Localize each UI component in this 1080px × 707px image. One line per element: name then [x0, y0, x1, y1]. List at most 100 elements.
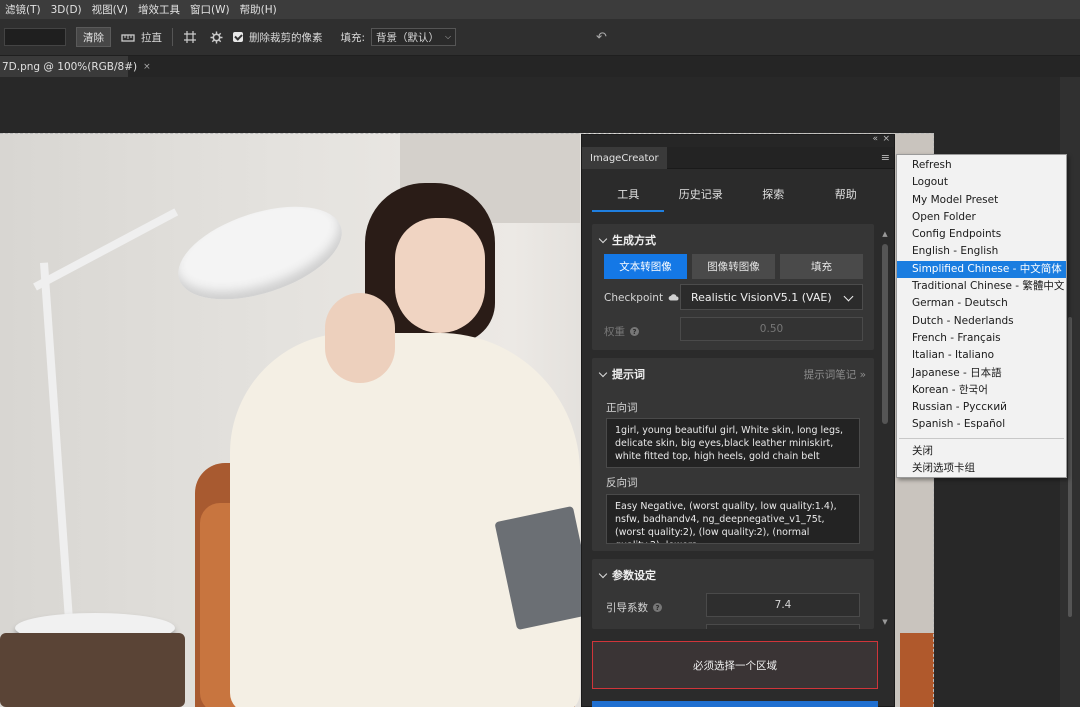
menu-item-lang-italian[interactable]: Italian - Italiano: [897, 347, 1066, 364]
scroll-up-icon[interactable]: ▲: [880, 230, 890, 238]
menu-item-lang-english[interactable]: English - English: [897, 243, 1066, 260]
scroll-thumb[interactable]: [1068, 317, 1072, 617]
menu-help[interactable]: 帮助(H): [235, 2, 282, 17]
params-section: 参数设定 引导系数 ? 7.4: [592, 559, 874, 629]
tab-explore[interactable]: 探索: [737, 175, 810, 213]
menu-item-close-tab-group[interactable]: 关闭选项卡组: [897, 460, 1066, 477]
fill-select-value: 背景（默认）: [376, 31, 440, 44]
active-tab-indicator: [592, 210, 664, 212]
checkpoint-value: Realistic VisionV5.1 (VAE): [691, 290, 832, 304]
guidance-input[interactable]: 7.4: [706, 593, 860, 617]
menu-item-close[interactable]: 关闭: [897, 443, 1066, 460]
menu-filter[interactable]: 滤镜(T): [0, 2, 46, 17]
negative-prompt-label: 反向词: [606, 477, 638, 489]
face: [395, 218, 485, 333]
imagecreator-panel: « × ImageCreator ≡ 工具 历史记录 探索 帮助 生成方式 文本…: [581, 134, 895, 707]
image-to-image-button[interactable]: 图像转图像: [692, 254, 775, 279]
reset-icon[interactable]: ↶: [596, 30, 607, 45]
info-icon: ?: [653, 603, 662, 612]
select-region-warning-button[interactable]: 必须选择一个区域: [592, 641, 878, 689]
checkpoint-label: Checkpoint: [604, 292, 664, 304]
menu-item-config-endpoints[interactable]: Config Endpoints: [897, 226, 1066, 243]
cloud-icon: [668, 292, 679, 304]
straighten-icon: [121, 30, 135, 44]
menu-item-lang-dutch[interactable]: Dutch - Nederlands: [897, 313, 1066, 330]
menu-item-lang-japanese[interactable]: Japanese - 日本語: [897, 365, 1066, 382]
panel-context-menu: Refresh Logout My Model Preset Open Fold…: [896, 154, 1067, 478]
fill-control: 填充: 背景（默认） ⌵: [341, 28, 457, 46]
scroll-down-icon[interactable]: ▼: [880, 618, 890, 626]
generation-section: 生成方式 文本转图像 图像转图像 填充 Checkpoint Realistic…: [592, 224, 874, 350]
delete-cropped-checkbox[interactable]: [233, 32, 243, 42]
grid-overlay-icon[interactable]: [183, 30, 197, 44]
chevron-down-icon: [598, 234, 608, 243]
ratio-input[interactable]: [4, 28, 66, 46]
menu-window[interactable]: 窗口(W): [185, 2, 235, 17]
clear-button[interactable]: 清除: [76, 27, 111, 47]
collapse-icon[interactable]: «: [872, 134, 878, 144]
menu-item-lang-traditional-chinese[interactable]: Traditional Chinese - 繁體中文: [897, 278, 1066, 295]
weight-input: 0.50: [680, 317, 863, 341]
menu-item-model-preset[interactable]: My Model Preset: [897, 192, 1066, 209]
positive-prompt-label: 正向词: [606, 402, 638, 414]
panel-menu-icon[interactable]: ≡: [881, 151, 890, 164]
guidance-label-group: 引导系数 ?: [606, 600, 662, 615]
panel-scrollbar[interactable]: ▲ ▼: [880, 230, 890, 630]
lamp-arm: [33, 208, 179, 291]
menu-view[interactable]: 视图(V): [87, 2, 133, 17]
guidance-label: 引导系数: [606, 602, 648, 614]
tab-tools[interactable]: 工具: [592, 175, 665, 213]
panel-title-bar: « ×: [582, 134, 894, 147]
prompt-section-header[interactable]: 提示词: [598, 366, 645, 382]
menu-item-lang-spanish[interactable]: Spanish - Español: [897, 416, 1066, 433]
generation-section-title: 生成方式: [612, 234, 656, 247]
menu-3d[interactable]: 3D(D): [46, 4, 87, 16]
panel-scroll-thumb[interactable]: [882, 244, 888, 424]
chevron-down-icon: ⌵: [445, 32, 452, 41]
generate-button[interactable]: [592, 701, 878, 707]
close-icon[interactable]: ×: [143, 62, 151, 72]
menu-item-lang-simplified-chinese[interactable]: Simplified Chinese - 中文简体: [897, 260, 1066, 279]
straighten-label: 拉直: [141, 31, 162, 44]
delete-cropped-pixels[interactable]: 删除裁剪的像素: [233, 30, 323, 45]
negative-prompt-input[interactable]: Easy Negative, (worst quality, low quali…: [606, 494, 860, 544]
document-tab[interactable]: 7D.png @ 100%(RGB/8#) ×: [0, 56, 151, 77]
menu-plugins[interactable]: 增效工具: [133, 2, 185, 17]
menu-item-refresh[interactable]: Refresh: [897, 157, 1066, 174]
text-to-image-button[interactable]: 文本转图像: [604, 254, 687, 279]
fill-label: 填充:: [340, 31, 366, 44]
prompt-notes-link[interactable]: 提示词笔记 »: [804, 367, 866, 382]
menu-item-lang-french[interactable]: French - Français: [897, 330, 1066, 347]
params-section-title: 参数设定: [612, 569, 656, 582]
straighten-tool[interactable]: 拉直: [121, 30, 162, 45]
lamp-head: [166, 188, 354, 318]
menu-item-lang-russian[interactable]: Russian - Русский: [897, 399, 1066, 416]
menu-item-lang-german[interactable]: German - Deutsch: [897, 295, 1066, 312]
document-tab-title: 7D.png @ 100%(RGB/8#): [2, 60, 138, 73]
panel-tab-header: ImageCreator ≡: [582, 147, 894, 169]
tab-history[interactable]: 历史记录: [665, 175, 738, 213]
checkpoint-label-group: Checkpoint: [604, 292, 679, 304]
divider: [172, 28, 173, 46]
prompt-section-title: 提示词: [612, 368, 645, 381]
panel-tab-imagecreator[interactable]: ImageCreator: [582, 147, 667, 169]
close-icon[interactable]: ×: [882, 134, 890, 144]
menu-bar: 滤镜(T) 3D(D) 视图(V) 增效工具 窗口(W) 帮助(H): [0, 0, 1080, 19]
options-bar: 清除 拉直 删除裁剪的像素 填充: 背景（默认） ⌵: [0, 19, 1080, 56]
generation-section-header[interactable]: 生成方式: [598, 232, 656, 248]
delete-cropped-label: 删除裁剪的像素: [249, 31, 323, 44]
menu-item-logout[interactable]: Logout: [897, 174, 1066, 191]
menu-item-lang-korean[interactable]: Korean - 한국어: [897, 382, 1066, 399]
checkpoint-select[interactable]: Realistic VisionV5.1 (VAE): [680, 284, 863, 310]
menu-item-open-folder[interactable]: Open Folder: [897, 209, 1066, 226]
document-tab-bar: 7D.png @ 100%(RGB/8#) ×: [0, 56, 1080, 77]
gear-icon[interactable]: [209, 30, 223, 44]
positive-prompt-input[interactable]: 1girl, young beautiful girl, White skin,…: [606, 418, 860, 468]
fill-select[interactable]: 背景（默认） ⌵: [371, 28, 457, 46]
info-icon: ?: [630, 327, 639, 336]
next-param-input[interactable]: [706, 624, 860, 629]
lamp-pole: [40, 262, 75, 643]
tab-help[interactable]: 帮助: [810, 175, 883, 213]
fill-button[interactable]: 填充: [780, 254, 863, 279]
params-section-header[interactable]: 参数设定: [598, 567, 656, 583]
